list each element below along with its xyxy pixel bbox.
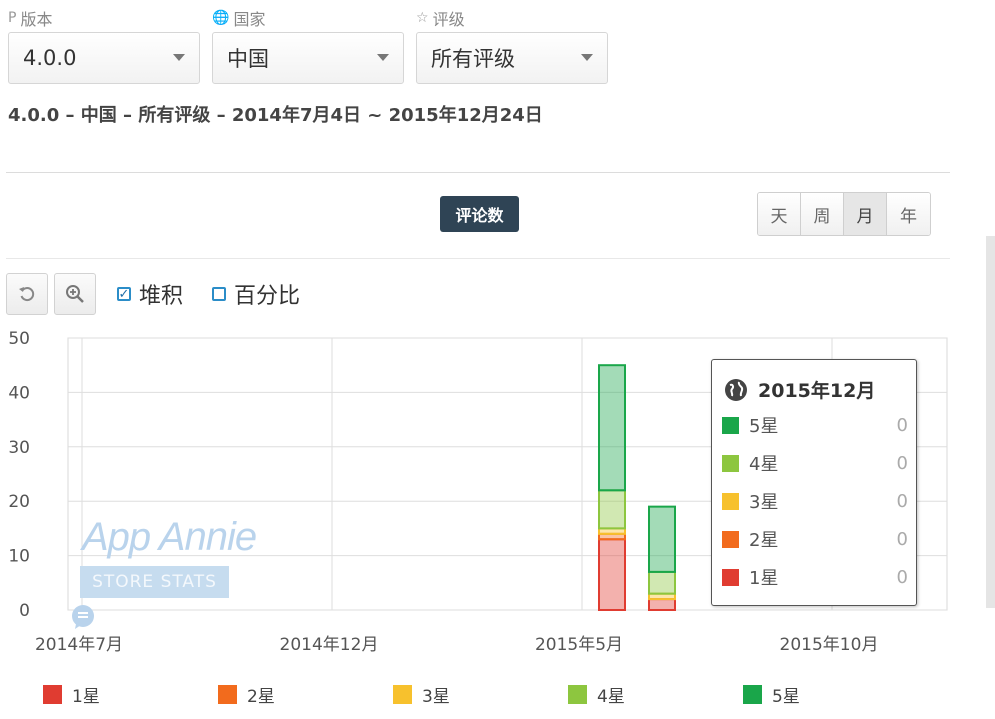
- tooltip-title: 2015年12月: [724, 376, 875, 403]
- bar-segment: [648, 570, 676, 595]
- filter-summary: 4.0.0 – 中国 – 所有评级 – 2014年7月4日 ~ 2015年12月…: [8, 105, 543, 126]
- tooltip-row-value: 0: [896, 490, 908, 512]
- legend-swatch: [722, 492, 739, 510]
- scrollbar[interactable]: [986, 236, 995, 608]
- tooltip-row-value: 0: [896, 452, 908, 474]
- tooltip-row-value: 0: [896, 414, 908, 436]
- version-value: 4.0.0: [23, 46, 77, 70]
- y-tick-label: 0: [19, 601, 30, 621]
- globe-icon: 🌐: [212, 10, 230, 26]
- chevron-down-icon: [581, 54, 593, 61]
- bar-segment: [598, 538, 626, 611]
- country-value: 中国: [227, 47, 269, 71]
- y-tick-label: 20: [8, 492, 30, 512]
- stacked-label: 堆积: [139, 284, 184, 309]
- tooltip-row-label: 3星: [749, 492, 779, 513]
- divider: [6, 258, 950, 259]
- chart-tooltip: 2015年12月 5星 0 4星 0 3星 0 2星 0 1星 0: [711, 359, 917, 606]
- legend-item[interactable]: 5星: [743, 682, 800, 707]
- tooltip-row-value: 0: [896, 528, 908, 550]
- bar-segment: [648, 598, 676, 611]
- version-filter-label: P 版本: [8, 6, 52, 30]
- legend-swatch: [743, 685, 762, 704]
- country-dropdown[interactable]: 中国: [212, 32, 404, 84]
- chevron-down-icon: [173, 54, 185, 61]
- tooltip-row: 4星 0: [722, 450, 908, 476]
- zoom-in-icon: [66, 285, 84, 303]
- legend-label: 3星: [422, 687, 450, 707]
- legend-swatch: [218, 685, 237, 704]
- x-tick-label: 2014年12月: [280, 635, 379, 655]
- watermark-sub: STORE STATS: [80, 566, 229, 598]
- x-tick-label: 2015年5月: [535, 635, 623, 655]
- legend-swatch: [722, 416, 739, 434]
- watermark-brand: App Annie: [82, 515, 257, 559]
- legend-swatch: [393, 685, 412, 704]
- tooltip-row-label: 2星: [749, 530, 779, 551]
- stacked-toggle[interactable]: ✓ 堆积: [117, 278, 183, 310]
- comment-icon[interactable]: [70, 604, 96, 630]
- star-icon: ☆: [416, 10, 429, 26]
- legend-label: 2星: [247, 687, 275, 707]
- rating-value: 所有评级: [431, 47, 515, 71]
- undo-icon: [19, 287, 35, 302]
- tooltip-period: 2015年12月: [758, 380, 876, 402]
- legend-item[interactable]: 2星: [218, 682, 275, 707]
- version-dropdown[interactable]: 4.0.0: [8, 32, 200, 84]
- y-tick-label: 40: [8, 383, 30, 403]
- y-tick-label: 10: [8, 547, 30, 567]
- version-label: 版本: [20, 10, 53, 29]
- chevron-down-icon: [377, 54, 389, 61]
- percent-label: 百分比: [234, 284, 301, 309]
- legend-swatch: [722, 454, 739, 472]
- y-tick-label: 50: [8, 329, 30, 349]
- tooltip-row-value: 0: [896, 566, 908, 588]
- legend-item[interactable]: 4星: [568, 682, 625, 707]
- tooltip-row: 1星 0: [722, 564, 908, 590]
- metric-badge[interactable]: 评论数: [440, 196, 519, 232]
- legend-swatch: [722, 530, 739, 548]
- legend-label: 1星: [72, 687, 100, 707]
- legend-item[interactable]: 3星: [393, 682, 450, 707]
- legend-swatch: [43, 685, 62, 704]
- globe-icon: [725, 378, 747, 401]
- stacked-checkbox[interactable]: ✓: [117, 287, 131, 301]
- tooltip-row: 3星 0: [722, 488, 908, 514]
- country-filter-label: 🌐 国家: [212, 6, 265, 30]
- period-month-button[interactable]: 月: [844, 193, 887, 235]
- tooltip-row-label: 4星: [749, 454, 779, 475]
- period-day-button[interactable]: 天: [758, 193, 801, 235]
- percent-toggle[interactable]: 百分比: [212, 278, 300, 310]
- tooltip-row-label: 1星: [749, 568, 779, 589]
- period-week-button[interactable]: 周: [801, 193, 844, 235]
- period-selector: 天 周 月 年: [757, 192, 931, 236]
- legend-swatch: [722, 568, 739, 586]
- legend-item[interactable]: 1星: [43, 682, 100, 707]
- version-icon: P: [8, 10, 17, 26]
- bar-segment: [598, 364, 626, 492]
- y-tick-label: 30: [8, 438, 30, 458]
- tooltip-row-label: 5星: [749, 416, 779, 437]
- rating-filter-label: ☆ 评级: [416, 6, 465, 30]
- legend-label: 4星: [597, 687, 625, 707]
- rating-label: 评级: [432, 10, 465, 29]
- legend-label: 5星: [772, 687, 800, 707]
- percent-checkbox[interactable]: [212, 287, 226, 301]
- x-tick-label: 2014年7月: [35, 635, 123, 655]
- chart-legend: 1星 2星 3星 4星 5星: [43, 682, 943, 707]
- tooltip-row: 2星 0: [722, 526, 908, 552]
- zoom-button[interactable]: [54, 273, 96, 315]
- divider: [6, 172, 950, 173]
- bar-segment: [648, 505, 676, 573]
- reset-zoom-button[interactable]: [6, 273, 48, 315]
- x-tick-label: 2015年10月: [780, 635, 879, 655]
- country-label: 国家: [233, 10, 266, 29]
- tooltip-row: 5星 0: [722, 412, 908, 438]
- period-year-button[interactable]: 年: [887, 193, 930, 235]
- bar-segment: [598, 489, 626, 530]
- legend-swatch: [568, 685, 587, 704]
- rating-dropdown[interactable]: 所有评级: [416, 32, 608, 84]
